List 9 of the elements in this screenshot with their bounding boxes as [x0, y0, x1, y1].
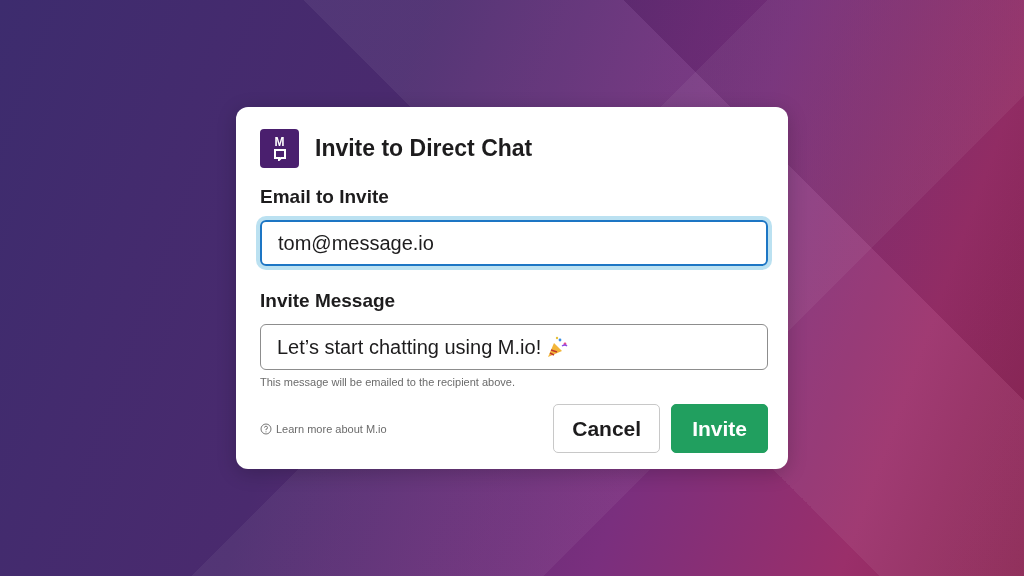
- help-link[interactable]: Learn more about M.io: [260, 422, 387, 435]
- dialog-title: Invite to Direct Chat: [315, 135, 533, 162]
- input-field[interactable]: Let’s start chatting using M.io!: [260, 324, 768, 370]
- field-label: Email to Invite: [260, 186, 390, 208]
- hint-text: This message will be emailed to the recipient above.: [260, 376, 516, 388]
- cancel-button[interactable]: Cancel: [553, 404, 661, 453]
- logo: M: [260, 129, 299, 168]
- field-label: Invite Message: [260, 290, 397, 312]
- help-icon: [260, 422, 272, 435]
